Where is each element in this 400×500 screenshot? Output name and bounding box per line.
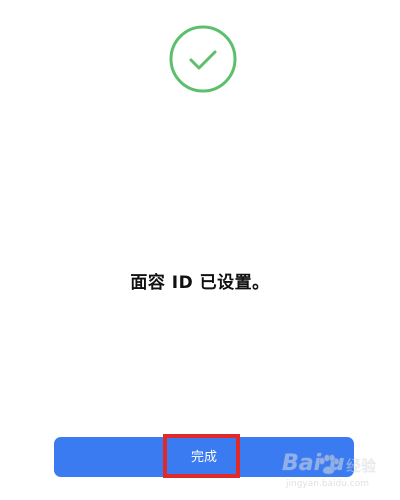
watermark-url: jingyan.baidu.com xyxy=(286,479,370,489)
success-checkmark-icon xyxy=(169,25,237,93)
done-button-label: 完成 xyxy=(190,449,217,464)
done-button[interactable]: 完成 xyxy=(54,437,354,477)
face-id-set-message: 面容 ID 已设置。 xyxy=(130,273,270,293)
